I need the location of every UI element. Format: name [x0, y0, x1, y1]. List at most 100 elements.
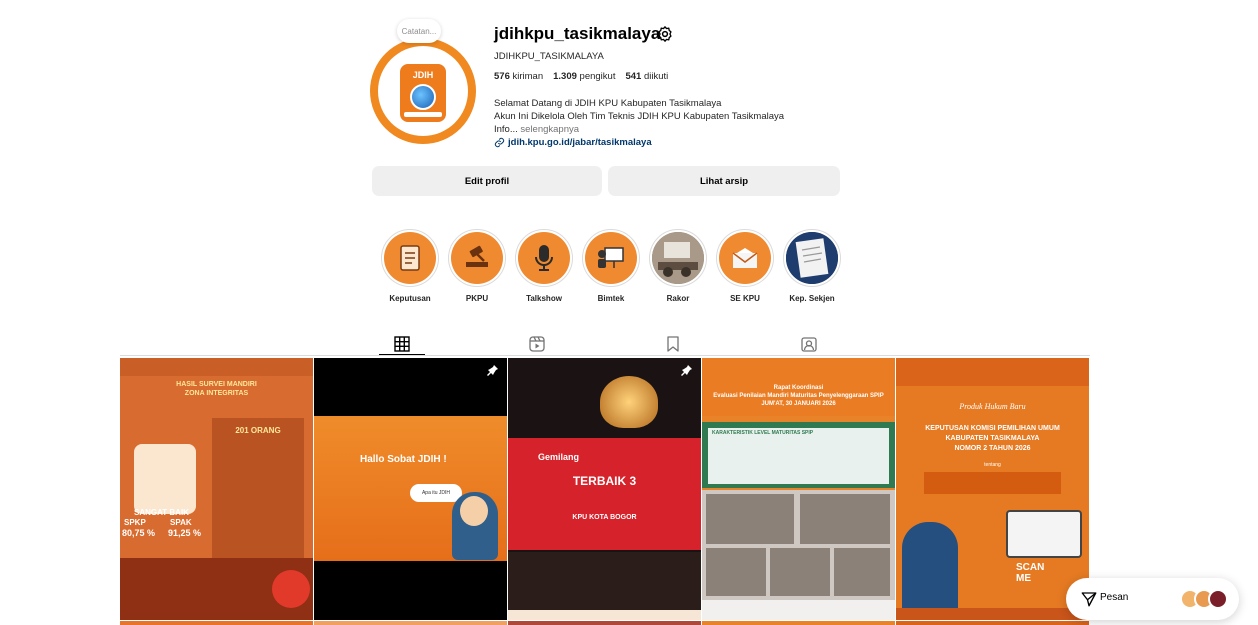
followers-label: pengikut [579, 71, 616, 82]
highlight-pkpu[interactable]: PKPU [447, 229, 507, 303]
highlight-keputusan[interactable]: Keputusan [380, 229, 440, 303]
tab-reels[interactable] [514, 333, 560, 355]
bookmark-icon [667, 336, 679, 352]
link-text: jdih.kpu.go.id/jabar/tasikmalaya [508, 137, 652, 148]
highlight-kep-sekjen[interactable]: Kep. Sekjen [782, 229, 842, 303]
illustration-person [134, 444, 196, 514]
posts-stat: 576 kiriman [494, 71, 543, 82]
meeting-photo [770, 548, 830, 596]
post-header-strip [120, 358, 313, 376]
highlight-ring [448, 229, 506, 287]
reels-icon [529, 336, 545, 352]
post-tile-partial[interactable] [120, 621, 313, 625]
envelope-icon [719, 232, 771, 284]
post-headline: Hallo Sobat JDIH ! [360, 454, 447, 465]
highlight-ring [515, 229, 573, 287]
post-subtitle: KPU KOTA BOGOR [572, 514, 637, 521]
highlight-ring [783, 229, 841, 287]
profile-stats: 576 kiriman 1.309 pengikut 541 diikuti [494, 71, 668, 82]
bio-truncated: Info... [494, 124, 518, 135]
spkp-value: 80,75 % [122, 528, 156, 538]
document-photo [786, 232, 838, 284]
highlight-ring [582, 229, 640, 287]
post-headline: TERBAIK 3 [572, 474, 637, 488]
post-tile-partial[interactable] [314, 621, 507, 625]
post-tentang: tentang [984, 462, 1001, 468]
laptop-illustration [1006, 510, 1082, 558]
illustration-person [902, 522, 958, 612]
maturity-chart: KARAKTERISTIK LEVEL MATURITAS SPIP [708, 428, 889, 484]
microphone-icon [518, 232, 570, 284]
avatar-image: JDIH [378, 46, 468, 136]
highlight-label: SE KPU [730, 294, 760, 303]
highlight-label: Bimtek [597, 294, 625, 303]
bio-line: Selamat Datang di JDIH KPU Kabupaten Tas… [494, 98, 722, 109]
audience-silhouette [508, 552, 701, 610]
post-title: Rapat Koordinasi Evaluasi Penilaian Mand… [702, 384, 895, 408]
stage-backdrop [508, 438, 701, 550]
posts-count: 576 [494, 71, 510, 82]
post-footer-strip [896, 608, 1089, 620]
tab-saved[interactable] [650, 333, 696, 355]
profile-avatar[interactable]: JDIH [370, 38, 476, 144]
post-title-line: ZONA INTEGRITAS [184, 390, 249, 397]
post-tile[interactable]: Produk Hukum Baru KEPUTUSAN KOMISI PEMIL… [896, 358, 1089, 620]
post-tile[interactable]: Hallo Sobat JDIH ! Apa itu JDIH [314, 358, 507, 620]
bio-line: Akun Ini Dikelola Oleh Tim Teknis JDIH K… [494, 111, 785, 122]
gavel-icon [451, 232, 503, 284]
following-stat[interactable]: 541 diikuti [625, 71, 668, 82]
scan-label: SCAN ME [1016, 562, 1044, 584]
highlight-label: Kep. Sekjen [789, 294, 835, 303]
followers-count: 1.309 [553, 71, 577, 82]
highlight-se-kpu[interactable]: SE KPU [715, 229, 775, 303]
post-footer-strip [702, 600, 895, 620]
spkp-label: SPKP [124, 518, 146, 527]
survey-panel: 201 ORANG [212, 418, 304, 558]
highlight-bimtek[interactable]: Bimtek [581, 229, 641, 303]
pin-icon [487, 365, 498, 376]
messages-label: Pesan [1100, 592, 1129, 603]
tab-posts[interactable] [379, 333, 425, 355]
post-tile[interactable]: HASIL SURVEI MANDIRI ZONA INTEGRITAS 201… [120, 358, 313, 620]
stop-hand-icon [272, 570, 310, 608]
tab-tagged[interactable] [786, 333, 832, 355]
logo-text: JDIH [412, 70, 434, 80]
meeting-photos [702, 490, 895, 600]
highlight-label: Rakor [666, 294, 690, 303]
speech-bubble: Apa itu JDIH [410, 484, 462, 502]
tabs-divider [120, 355, 1090, 356]
scan-text: ME [1016, 573, 1031, 584]
post-tile-partial[interactable] [508, 621, 701, 625]
following-label: diikuti [643, 71, 669, 82]
post-title-line: KABUPATEN TASIKMALAYA [945, 435, 1040, 442]
post-tile[interactable]: Rapat Koordinasi Evaluasi Penilaian Mand… [702, 358, 895, 620]
profile-link[interactable]: jdih.kpu.go.id/jabar/tasikmalaya [494, 137, 652, 148]
post-tile-partial[interactable] [896, 621, 1089, 625]
spak-label: SPAK [170, 518, 192, 527]
post-title-line: Rapat Koordinasi [773, 385, 824, 391]
respondents-count: 201 ORANG [235, 426, 281, 435]
profile-full-name: JDIHKPU_TASIKMALAYA [494, 51, 604, 62]
post-tile-partial[interactable] [702, 621, 895, 625]
profile-note-bubble[interactable]: Catatan... [397, 19, 441, 43]
posts-label: kiriman [512, 71, 544, 82]
followers-stat[interactable]: 1.309 pengikut [553, 71, 615, 82]
more-link[interactable]: selengkapnya [520, 124, 579, 135]
chandelier [600, 376, 658, 428]
view-archive-button[interactable]: Lihat arsip [608, 166, 840, 196]
meeting-photo [652, 232, 704, 284]
highlight-rakor[interactable]: Rakor [648, 229, 708, 303]
jdih-logo: JDIH [400, 64, 446, 122]
messages-dock[interactable]: Pesan [1066, 578, 1239, 620]
bubble-text: Apa itu JDIH [421, 490, 451, 496]
highlight-ring [716, 229, 774, 287]
highlight-label: Talkshow [526, 294, 562, 303]
bio-line: Info... selengkapnya [494, 123, 784, 136]
post-kicker: Produk Hukum Baru [959, 402, 1026, 411]
post-tile[interactable]: Gemilang TERBAIK 3 KPU KOTA BOGOR [508, 358, 701, 620]
post-title: KEPUTUSAN KOMISI PEMILIHAN UMUM KABUPATE… [896, 424, 1089, 454]
event-brand: Gemilang [538, 452, 580, 462]
highlight-talkshow[interactable]: Talkshow [514, 229, 574, 303]
edit-profile-button[interactable]: Edit profil [372, 166, 602, 196]
settings-gear-icon[interactable] [656, 25, 674, 43]
